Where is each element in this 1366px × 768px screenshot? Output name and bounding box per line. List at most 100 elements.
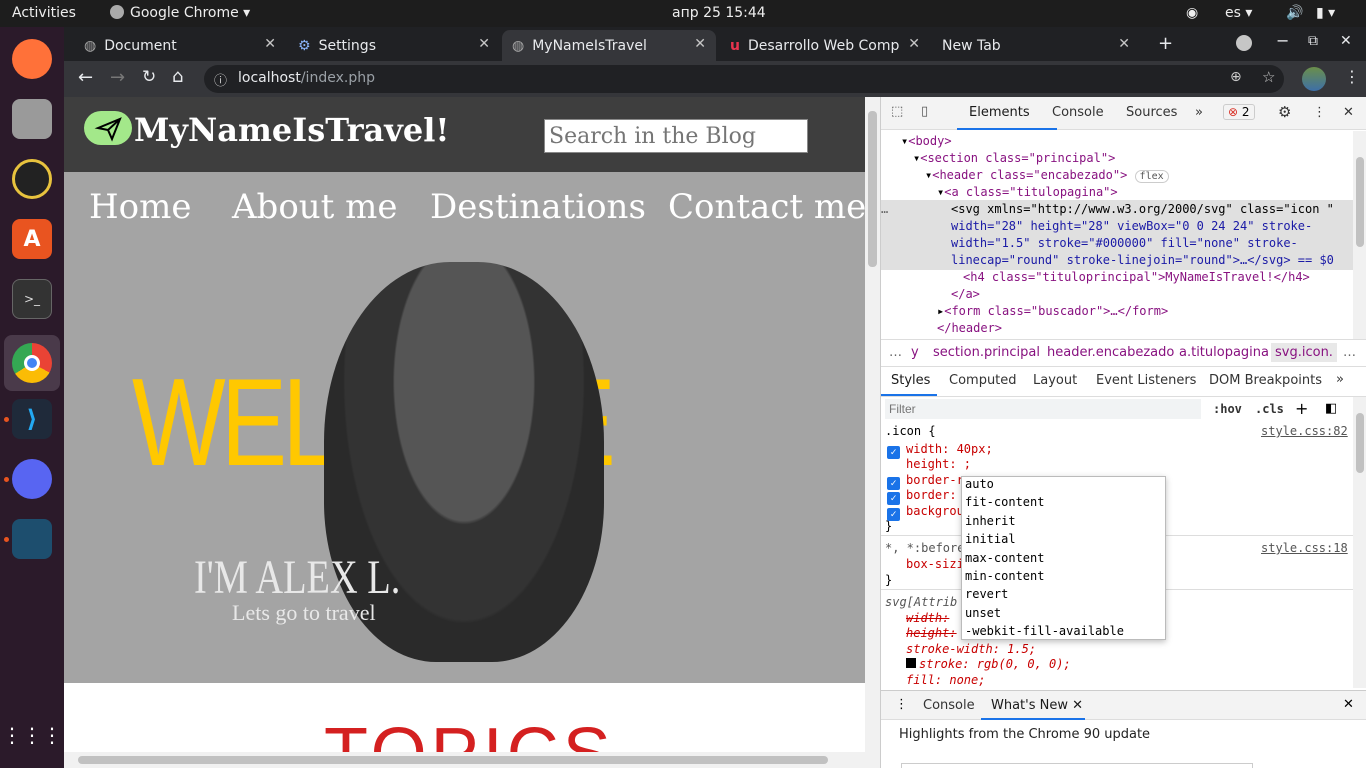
firefox-icon[interactable] (12, 39, 52, 79)
suggest-inherit[interactable]: inherit (965, 514, 1016, 528)
blog-search-input[interactable] (544, 119, 808, 153)
dom-node-body[interactable]: ▾<body> (901, 134, 952, 148)
new-rule-icon[interactable]: + (1295, 399, 1308, 418)
app-menu[interactable]: Google Chrome ▾ (110, 5, 250, 21)
dom-node-a[interactable]: ▾<a class="titulopagina"> (937, 185, 1118, 199)
terminal-icon[interactable]: >_ (12, 279, 52, 319)
discord-icon[interactable] (12, 459, 52, 499)
rule-svg-attrib[interactable]: svg[Attrib (885, 595, 957, 609)
tab-desarrollo[interactable]: u Desarrollo Web Comp ✕ (720, 30, 930, 61)
drawer-tab-whatsnew[interactable]: What's New ✕ (991, 698, 1083, 713)
tab-event-listeners[interactable]: Event Listeners (1096, 373, 1196, 388)
dom-node-form[interactable]: ▸<form class="buscador">…</form> (937, 304, 1168, 318)
more-tabs-icon[interactable]: » (1195, 105, 1203, 120)
rule-icon-source[interactable]: style.css:82 (1261, 424, 1348, 438)
settings-gear-icon[interactable]: ⚙ (1278, 103, 1291, 121)
styles-scrollbar[interactable] (1353, 397, 1366, 688)
crumb-header[interactable]: header.encabezado (1047, 345, 1174, 360)
devtools-tab-sources[interactable]: Sources (1126, 105, 1177, 120)
back-icon[interactable]: ← (78, 67, 93, 88)
maximize-icon[interactable]: ⧉ (1308, 33, 1318, 49)
prop-background[interactable]: ✓ backgrou (887, 504, 964, 521)
prop-box-sizing[interactable]: box-sizi (906, 557, 964, 571)
tab-computed[interactable]: Computed (949, 373, 1017, 388)
device-toolbar-icon[interactable]: ▯ (921, 104, 928, 119)
suggest-max-content[interactable]: max-content (965, 551, 1044, 565)
rule-icon-selector[interactable]: .icon { (885, 424, 936, 438)
tab-settings[interactable]: ⚙ Settings ✕ (288, 30, 500, 61)
suggest-revert[interactable]: revert (965, 587, 1008, 601)
battery-icon[interactable]: ▮ ▾ (1316, 5, 1335, 21)
nav-about[interactable]: About me (232, 187, 398, 227)
activities-button[interactable]: Activities (12, 5, 76, 21)
language-indicator[interactable]: es ▾ (1225, 5, 1252, 21)
zoom-icon[interactable]: ⊕ (1230, 69, 1242, 85)
more-style-tabs-icon[interactable]: » (1336, 372, 1344, 387)
close-tab-icon[interactable]: ✕ (694, 36, 706, 52)
cls-toggle[interactable]: .cls (1255, 402, 1284, 416)
forward-icon[interactable]: → (110, 67, 125, 88)
prop-height-editing[interactable]: height: ; (906, 457, 971, 471)
minimize-icon[interactable]: − (1276, 31, 1289, 50)
menu-kebab-icon[interactable]: ⋮ (1344, 67, 1360, 86)
volume-icon[interactable]: 🔊 (1286, 5, 1303, 21)
close-tab-icon[interactable]: ✕ (264, 36, 276, 52)
suggest-unset[interactable]: unset (965, 606, 1001, 620)
tab-document[interactable]: ◍ Document ✕ (74, 30, 286, 61)
close-tab-icon[interactable]: ✕ (908, 36, 920, 52)
tab-new-tab[interactable]: New Tab ✕ (932, 30, 1140, 61)
crumb-a[interactable]: a.titulopagina (1179, 345, 1269, 360)
close-tab-icon[interactable]: ✕ (478, 36, 490, 52)
discord-tray-icon[interactable]: ◉ (1186, 5, 1198, 21)
rhythmbox-icon[interactable] (12, 159, 52, 199)
page-vertical-scrollbar[interactable] (865, 97, 880, 768)
vscode-icon[interactable]: ⟩ (12, 399, 52, 439)
nav-home[interactable]: Home (89, 187, 191, 227)
tab-search-icon[interactable] (1236, 35, 1252, 51)
show-apps-icon[interactable]: ⋮⋮⋮ (2, 715, 62, 755)
chrome-dock-icon[interactable] (4, 335, 60, 391)
whats-new-highlights[interactable]: Highlights from the Chrome 90 update (899, 727, 1150, 742)
bookmark-star-icon[interactable]: ☆ (1262, 68, 1275, 86)
hov-toggle[interactable]: :hov (1213, 402, 1242, 416)
suggest-min-content[interactable]: min-content (965, 569, 1044, 583)
suggest-auto[interactable]: auto (965, 477, 994, 491)
page-horizontal-scrollbar[interactable] (64, 752, 865, 768)
tab-layout[interactable]: Layout (1033, 373, 1077, 388)
site-title[interactable]: MyNameIsTravel! (134, 111, 449, 149)
suggest-webkit-fill[interactable]: -webkit-fill-available (965, 624, 1124, 638)
nav-contact[interactable]: Contact me (668, 187, 865, 227)
tab-mynameistravel[interactable]: ◍ MyNameIsTravel ✕ (502, 30, 716, 61)
dom-node-h4[interactable]: <h4 class="tituloprincipal">MyNameIsTrav… (963, 270, 1310, 284)
crumb-section[interactable]: section.principal (933, 345, 1040, 360)
suggest-fit-content[interactable]: fit-content (965, 495, 1044, 509)
close-window-icon[interactable]: ✕ (1340, 33, 1352, 49)
error-badge[interactable]: ⊗ 2 (1223, 104, 1255, 120)
dom-scrollbar[interactable] (1353, 131, 1366, 339)
tab-styles[interactable]: Styles (891, 373, 930, 388)
devtools-menu-icon[interactable]: ⋮ (1313, 105, 1326, 120)
devtools-tab-elements[interactable]: Elements (969, 105, 1030, 120)
tab-dom-breakpoints[interactable]: DOM Breakpoints (1209, 373, 1322, 388)
dom-node-section[interactable]: ▾<section class="principal"> (913, 151, 1115, 165)
drawer-menu-icon[interactable]: ⋮ (895, 697, 908, 712)
inspect-element-icon[interactable]: ⬚ (891, 104, 903, 119)
drawer-tab-console[interactable]: Console (923, 698, 975, 713)
paper-plane-icon[interactable] (84, 111, 132, 145)
rule-universal-source[interactable]: style.css:18 (1261, 541, 1348, 555)
info-icon[interactable]: ⓘ (214, 70, 227, 89)
clock[interactable]: апр 25 15:44 (672, 5, 766, 21)
close-drawer-icon[interactable]: ✕ (1343, 697, 1354, 712)
crumb-0[interactable]: y (911, 345, 919, 360)
nav-destinations[interactable]: Destinations (430, 187, 646, 227)
prop-border[interactable]: ✓ border: (887, 488, 957, 505)
software-center-icon[interactable]: A (12, 219, 52, 259)
dom-node-header[interactable]: ▾<header class="encabezado"> flex (925, 168, 1169, 183)
reload-icon[interactable]: ↻ (142, 67, 156, 87)
rule-universal-selector[interactable]: *, *:before (885, 541, 964, 555)
home-icon[interactable]: ⌂ (172, 66, 183, 87)
profile-avatar[interactable] (1302, 67, 1326, 91)
close-devtools-icon[interactable]: ✕ (1343, 105, 1354, 120)
close-tab-icon[interactable]: ✕ (1118, 36, 1130, 52)
styles-filter-input[interactable] (885, 399, 1201, 419)
